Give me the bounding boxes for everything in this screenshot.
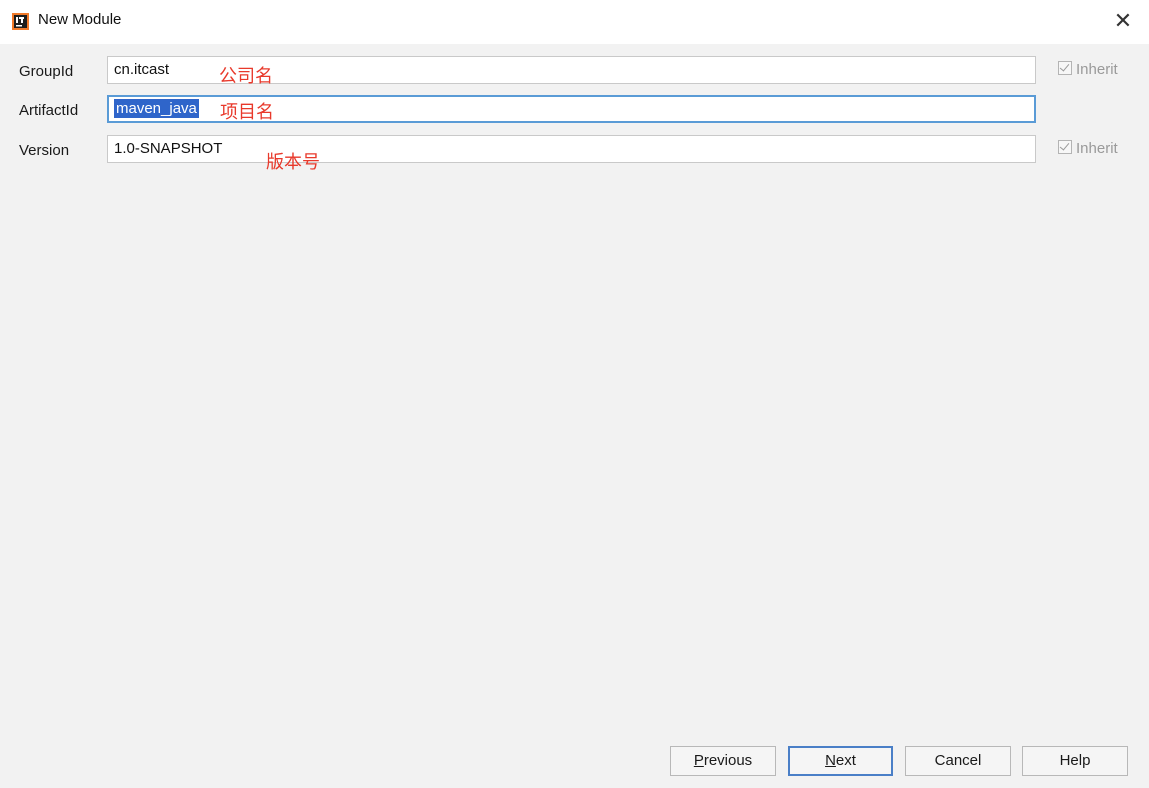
version-row: Version 1.0-SNAPSHOT 版本号 Inherit xyxy=(0,135,1149,173)
previous-button[interactable]: Previous xyxy=(670,746,776,776)
next-label: ext xyxy=(835,752,856,769)
intellij-app-icon xyxy=(12,13,29,30)
groupid-inherit-label: Inherit xyxy=(1076,61,1118,78)
groupid-value: cn.itcast xyxy=(114,61,170,78)
title-bar: New Module ✕ xyxy=(0,0,1149,44)
version-input[interactable]: 1.0-SNAPSHOT xyxy=(107,135,1036,163)
groupid-label: GroupId xyxy=(19,63,74,80)
version-inherit-label: Inherit xyxy=(1076,140,1118,157)
artifactid-annotation: 项目名 xyxy=(220,102,274,123)
groupid-inherit-checkbox[interactable]: Inherit xyxy=(1058,61,1118,78)
version-annotation: 版本号 xyxy=(266,152,320,173)
help-button[interactable]: Help xyxy=(1022,746,1128,776)
previous-mnemonic: P xyxy=(693,752,704,769)
close-icon[interactable]: ✕ xyxy=(1111,8,1135,34)
artifactid-value: maven_java xyxy=(114,99,199,118)
artifactid-row: ArtifactId maven_java 项目名 xyxy=(0,95,1149,127)
next-button[interactable]: Next xyxy=(788,746,893,776)
next-mnemonic: N xyxy=(825,752,836,769)
groupid-annotation: 公司名 xyxy=(219,66,273,87)
window-title: New Module xyxy=(38,11,122,28)
checkbox-checked-icon xyxy=(1058,140,1072,154)
groupid-row: GroupId cn.itcast 公司名 Inherit xyxy=(0,56,1149,88)
artifactid-label: ArtifactId xyxy=(19,102,79,119)
checkbox-checked-icon xyxy=(1058,61,1072,75)
previous-label: revious xyxy=(703,752,753,769)
version-label: Version xyxy=(19,142,70,159)
cancel-button[interactable]: Cancel xyxy=(905,746,1011,776)
version-inherit-checkbox[interactable]: Inherit xyxy=(1058,140,1118,157)
version-value: 1.0-SNAPSHOT xyxy=(114,140,223,157)
